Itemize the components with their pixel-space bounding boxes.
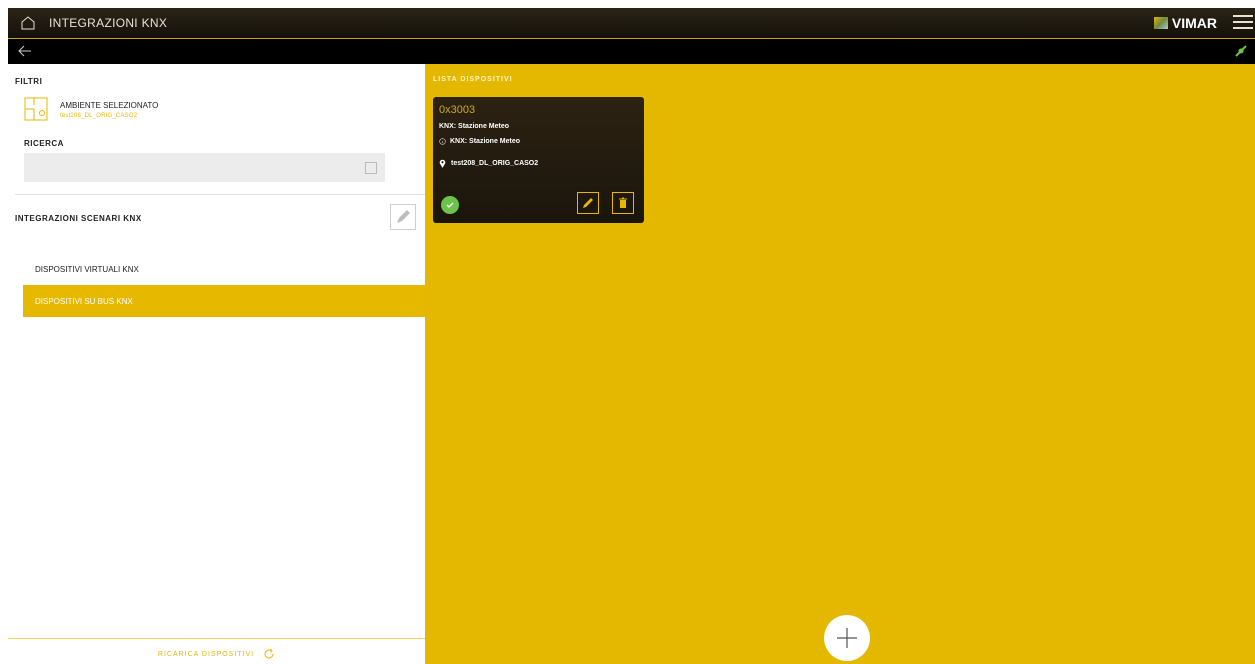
brand-name: VIMAR	[1171, 15, 1217, 31]
info-icon	[439, 138, 446, 145]
environment-title: AMBIENTE SELEZIONATO	[60, 101, 159, 110]
hamburger-menu-icon[interactable]	[1233, 14, 1253, 30]
page-title: INTEGRAZIONI KNX	[49, 16, 168, 30]
keyboard-icon[interactable]	[365, 162, 377, 174]
search-input[interactable]	[24, 153, 370, 180]
edit-scenarios-button[interactable]	[390, 204, 416, 230]
connection-status-icon[interactable]	[1235, 45, 1247, 57]
pencil-icon	[397, 210, 410, 223]
nav-virtual-devices-label: DISPOSITIVI VIRTUALI KNX	[35, 264, 139, 274]
scenarios-label: INTEGRAZIONI SCENARI KNX	[15, 214, 142, 223]
back-arrow-icon[interactable]	[18, 45, 32, 57]
filters-panel: FILTRI AMBIENTE SELEZIONATO test208_DL_O…	[8, 64, 425, 664]
status-ok-icon	[441, 196, 459, 214]
brand-logo: VIMAR	[1153, 15, 1217, 31]
search-label: RICERCA	[24, 139, 64, 148]
trash-icon	[619, 197, 627, 208]
nav-bus-devices[interactable]: DISPOSITIVI SU BUS KNX	[23, 285, 425, 317]
device-type: KNX: Stazione Meteo	[450, 138, 521, 145]
home-icon[interactable]	[21, 16, 35, 30]
nav-virtual-devices[interactable]: DISPOSITIVI VIRTUALI KNX	[23, 253, 425, 285]
floorplan-location-icon[interactable]	[24, 97, 48, 121]
device-name: KNX: Stazione Meteo	[439, 123, 510, 130]
plus-icon	[837, 628, 857, 648]
vimar-logo-icon	[1153, 17, 1168, 29]
top-bar: INTEGRAZIONI KNX VIMAR	[8, 8, 1255, 39]
device-card[interactable]: 0x3003 KNX: Stazione Meteo KNX: Stazione…	[433, 97, 644, 223]
device-location-row: test208_DL_ORIG_CASO2	[439, 159, 538, 168]
device-type-row: KNX: Stazione Meteo	[439, 138, 520, 145]
edit-device-button[interactable]	[577, 192, 599, 214]
environment-value[interactable]: test208_DL_ORIG_CASO2	[60, 113, 137, 119]
device-list-label: LISTA DISPOSITIVI	[433, 76, 513, 83]
window-frame	[0, 0, 8, 664]
location-pin-icon	[439, 159, 446, 168]
refresh-icon	[264, 648, 274, 659]
pencil-icon	[583, 198, 593, 208]
add-device-button[interactable]	[824, 615, 870, 661]
nav-bus-devices-label: DISPOSITIVI SU BUS KNX	[35, 296, 133, 306]
divider	[15, 194, 425, 195]
reload-devices-label: RICARICA DISPOSITIVI	[157, 650, 255, 658]
device-list-panel: LISTA DISPOSITIVI 0x3003 KNX: Stazione M…	[425, 64, 1255, 664]
device-address: 0x3003	[439, 104, 476, 116]
search-field[interactable]	[24, 153, 385, 182]
reload-devices-button[interactable]: RICARICA DISPOSITIVI	[8, 648, 425, 660]
filters-label: FILTRI	[15, 77, 43, 86]
device-location: test208_DL_ORIG_CASO2	[451, 160, 539, 167]
navigation-bar	[8, 39, 1255, 64]
footer-divider	[8, 638, 425, 639]
delete-device-button[interactable]	[612, 192, 634, 214]
